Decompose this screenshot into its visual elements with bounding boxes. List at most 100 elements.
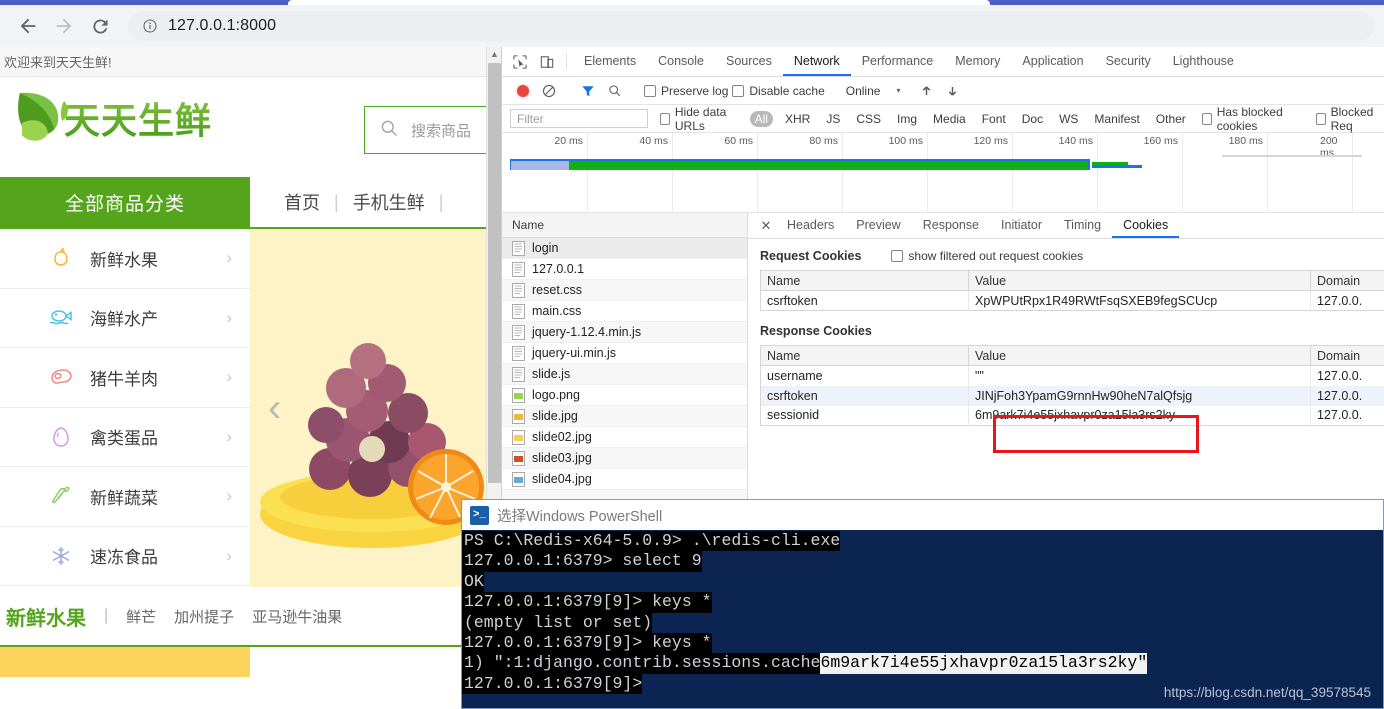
category-item-meat[interactable]: 猪牛羊肉 › bbox=[0, 348, 250, 408]
column-name[interactable]: Name bbox=[760, 270, 969, 291]
scrollbar-thumb[interactable] bbox=[488, 63, 501, 483]
filter-funnel-icon[interactable] bbox=[575, 78, 601, 104]
detail-tab-preview[interactable]: Preview bbox=[845, 213, 911, 238]
site-logo[interactable]: 天天生鲜 bbox=[14, 87, 212, 149]
table-row[interactable]: sessionid 6m9ark7i4e55jxhavpr0za15la3rs2… bbox=[760, 405, 1384, 426]
record-stop-icon[interactable] bbox=[510, 78, 536, 104]
powershell-window[interactable]: >_ 选择Windows PowerShell PS C:\Redis-x64-… bbox=[461, 499, 1384, 709]
request-cookies-header: Request Cookies show filtered out reques… bbox=[760, 249, 1384, 263]
filter-type-css[interactable]: CSS bbox=[852, 111, 885, 127]
section-link-3[interactable]: 亚马逊牛油果 bbox=[252, 606, 342, 627]
table-row[interactable]: slide02.jpg bbox=[502, 427, 747, 448]
tab-network[interactable]: Network bbox=[782, 47, 851, 76]
hide-data-urls-checkbox[interactable]: Hide data URLs bbox=[660, 105, 742, 133]
filter-type-other[interactable]: Other bbox=[1152, 111, 1190, 127]
filter-type-ws[interactable]: WS bbox=[1055, 111, 1082, 127]
table-row[interactable]: slide.js bbox=[502, 364, 747, 385]
detail-tab-initiator[interactable]: Initiator bbox=[990, 213, 1053, 238]
table-row[interactable]: login bbox=[502, 238, 747, 259]
chevron-right-icon: › bbox=[226, 486, 232, 506]
inspect-element-icon[interactable] bbox=[506, 47, 533, 76]
tab-application[interactable]: Application bbox=[1011, 47, 1094, 76]
tab-lighthouse[interactable]: Lighthouse bbox=[1162, 47, 1245, 76]
chevron-right-icon: › bbox=[226, 307, 232, 327]
table-row[interactable]: slide04.jpg bbox=[502, 469, 747, 490]
detail-tab-response[interactable]: Response bbox=[912, 213, 990, 238]
tab-sources[interactable]: Sources bbox=[715, 47, 783, 76]
filter-type-img[interactable]: Img bbox=[893, 111, 921, 127]
table-row[interactable]: reset.css bbox=[502, 280, 747, 301]
category-item-frozen[interactable]: 速冻食品 › bbox=[0, 527, 250, 586]
table-row[interactable]: csrftoken XpWPUtRpx1R49RWtFsqSXEB9fegSCU… bbox=[760, 290, 1384, 311]
detail-tab-cookies[interactable]: Cookies bbox=[1112, 213, 1180, 238]
column-value[interactable]: Value bbox=[968, 345, 1311, 366]
filter-type-manifest[interactable]: Manifest bbox=[1090, 111, 1143, 127]
powershell-titlebar[interactable]: >_ 选择Windows PowerShell bbox=[462, 500, 1383, 530]
detail-tab-headers[interactable]: Headers bbox=[776, 213, 845, 238]
close-icon[interactable]: ✕ bbox=[756, 213, 776, 238]
file-image-icon bbox=[512, 387, 525, 403]
show-filtered-cookies-checkbox[interactable]: show filtered out request cookies bbox=[891, 249, 1083, 263]
column-domain[interactable]: Domain bbox=[1310, 270, 1384, 291]
filter-input[interactable]: Filter bbox=[510, 109, 648, 128]
filter-type-xhr[interactable]: XHR bbox=[781, 111, 814, 127]
search-icon[interactable] bbox=[601, 78, 627, 104]
import-har-icon[interactable] bbox=[913, 78, 939, 104]
device-toolbar-icon[interactable] bbox=[533, 47, 560, 76]
filter-type-all[interactable]: All bbox=[749, 110, 773, 127]
category-item-fruit[interactable]: 新鲜水果 › bbox=[0, 229, 250, 289]
filter-type-doc[interactable]: Doc bbox=[1018, 111, 1047, 127]
request-name: main.css bbox=[532, 304, 582, 318]
scroll-up-arrow-icon[interactable]: ▲ bbox=[487, 49, 502, 59]
search-input[interactable]: 搜索商品 bbox=[364, 106, 486, 154]
nav-link-home[interactable]: 首页 bbox=[284, 189, 320, 215]
powershell-screen[interactable]: PS C:\Redis-x64-5.0.9> .\redis-cli.exe 1… bbox=[462, 530, 1383, 708]
banner-carousel[interactable]: ‹ bbox=[250, 229, 486, 587]
section-link-2[interactable]: 加州提子 bbox=[174, 606, 234, 627]
table-row[interactable]: logo.png bbox=[502, 385, 747, 406]
tab-performance[interactable]: Performance bbox=[851, 47, 945, 76]
nav-link-mobile[interactable]: 手机生鲜 bbox=[353, 189, 425, 215]
table-row[interactable]: jquery-1.12.4.min.js bbox=[502, 322, 747, 343]
has-blocked-cookies-checkbox[interactable]: Has blocked cookies bbox=[1201, 105, 1304, 133]
blocked-requests-checkbox[interactable]: Blocked Req bbox=[1315, 105, 1384, 133]
reload-button[interactable] bbox=[82, 8, 118, 44]
filter-type-js[interactable]: JS bbox=[822, 111, 844, 127]
clear-icon[interactable] bbox=[536, 78, 562, 104]
column-value[interactable]: Value bbox=[968, 270, 1311, 291]
checkbox-box bbox=[891, 250, 904, 262]
preserve-log-checkbox[interactable]: Preserve log bbox=[644, 84, 728, 98]
category-item-eggs[interactable]: 禽类蛋品 › bbox=[0, 408, 250, 467]
address-bar[interactable]: 127.0.0.1:8000 bbox=[128, 11, 1374, 41]
table-row[interactable]: username "" 127.0.0. bbox=[760, 365, 1384, 386]
table-row[interactable]: slide.jpg bbox=[502, 406, 747, 427]
tab-security[interactable]: Security bbox=[1095, 47, 1162, 76]
filter-type-media[interactable]: Media bbox=[929, 111, 970, 127]
all-categories-button[interactable]: 全部商品分类 bbox=[0, 177, 250, 227]
detail-tab-timing[interactable]: Timing bbox=[1053, 213, 1112, 238]
tab-console[interactable]: Console bbox=[647, 47, 715, 76]
table-row[interactable]: slide03.jpg bbox=[502, 448, 747, 469]
section-link-1[interactable]: 鲜芒 bbox=[126, 606, 156, 627]
network-overview-timeline[interactable]: 20 ms 40 ms 60 ms 80 ms 100 ms 120 ms 14… bbox=[502, 133, 1384, 213]
export-har-icon[interactable] bbox=[939, 78, 965, 104]
table-row[interactable]: main.css bbox=[502, 301, 747, 322]
table-row[interactable]: csrftoken JINjFoh3YpamG9rnnHw90heN7alQfs… bbox=[760, 385, 1384, 406]
tab-elements[interactable]: Elements bbox=[573, 47, 647, 76]
request-list-header[interactable]: Name bbox=[502, 213, 747, 238]
info-circle-icon[interactable] bbox=[142, 18, 158, 34]
back-button[interactable] bbox=[10, 8, 46, 44]
forward-button[interactable] bbox=[46, 8, 82, 44]
category-item-vegetables[interactable]: 新鲜蔬菜 › bbox=[0, 467, 250, 527]
disable-cache-checkbox[interactable]: Disable cache bbox=[732, 84, 825, 98]
table-row[interactable]: jquery-ui.min.js bbox=[502, 343, 747, 364]
tab-memory[interactable]: Memory bbox=[944, 47, 1011, 76]
tick-label: 100 ms bbox=[888, 135, 923, 147]
filter-type-font[interactable]: Font bbox=[978, 111, 1010, 127]
category-item-seafood[interactable]: 海鲜水产 › bbox=[0, 289, 250, 348]
throttling-select[interactable]: Online ▾ bbox=[846, 84, 901, 98]
column-domain[interactable]: Domain bbox=[1310, 345, 1384, 366]
table-row[interactable]: 127.0.0.1 bbox=[502, 259, 747, 280]
column-name[interactable]: Name bbox=[760, 345, 969, 366]
tick-label: 60 ms bbox=[724, 135, 753, 147]
